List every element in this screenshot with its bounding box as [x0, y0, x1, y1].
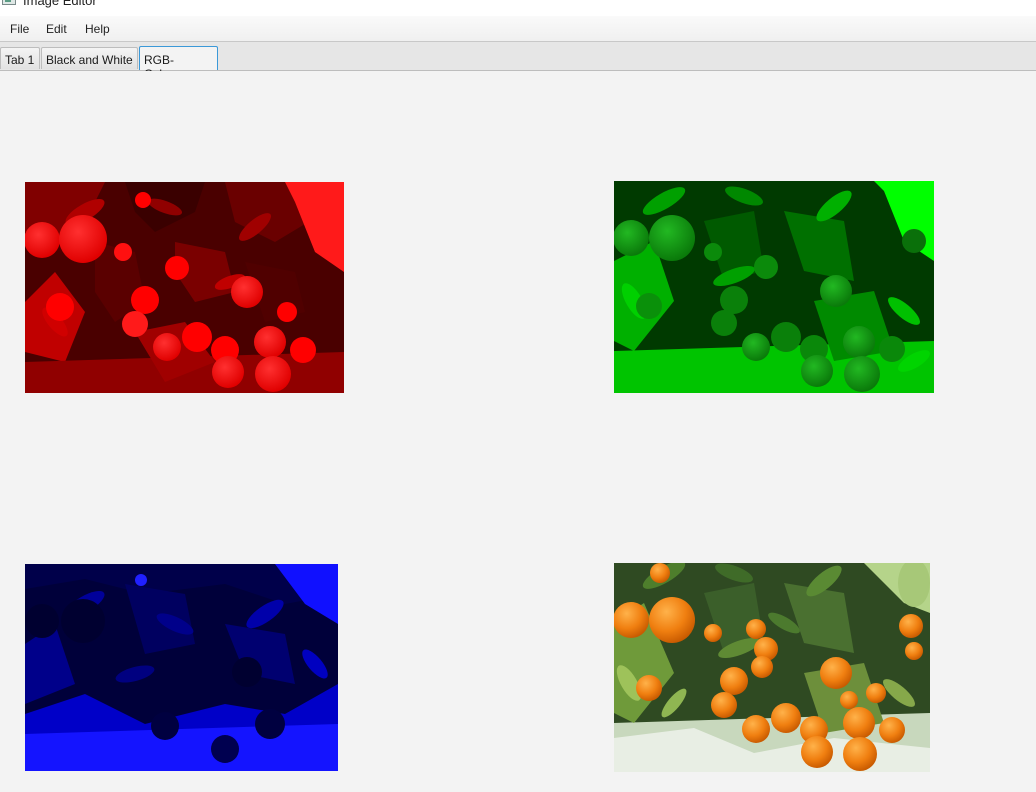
- title-bar: Image Editor: [0, 0, 1036, 16]
- tab-rgb-colours[interactable]: RGB-Colours: [139, 46, 218, 81]
- red-channel-image: [25, 182, 344, 393]
- tab-bar: Tab 1 Black and White RGB-Colours: [0, 42, 1036, 81]
- app-icon: [2, 0, 16, 5]
- tab-tab-1[interactable]: Tab 1: [0, 47, 40, 69]
- menu-edit[interactable]: Edit: [46, 22, 67, 36]
- menu-file[interactable]: File: [10, 22, 29, 36]
- tab-black-and-white[interactable]: Black and White: [41, 47, 138, 69]
- menu-bar: File Edit Help: [0, 16, 1036, 42]
- tab-content-rgb-colours: [0, 71, 1036, 792]
- green-channel-image: [614, 181, 934, 393]
- window-title: Image Editor: [23, 0, 97, 8]
- original-color-image: [614, 563, 930, 772]
- blue-channel-image: [25, 564, 338, 771]
- menu-help[interactable]: Help: [85, 22, 110, 36]
